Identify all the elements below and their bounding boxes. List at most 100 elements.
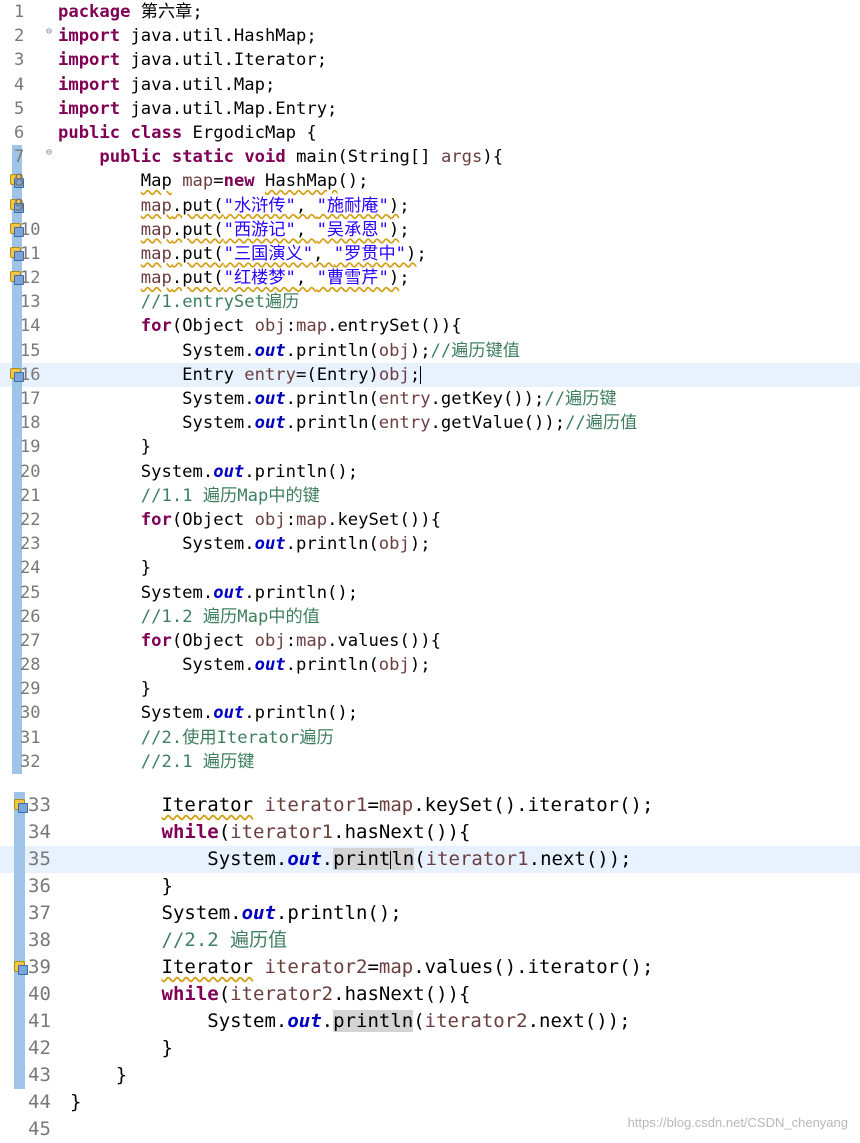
code-text[interactable]: System.out.println(entry.getKey());//遍历键	[58, 387, 616, 411]
code-line[interactable]: 14 for(Object obj:map.entrySet()){	[0, 314, 860, 339]
code-line[interactable]: 20 System.out.println();	[0, 459, 860, 484]
code-text[interactable]: }	[70, 1062, 127, 1089]
code-text[interactable]: }	[58, 677, 151, 701]
change-marker	[14, 846, 25, 873]
code-line[interactable]: 16 Entry entry=(Entry)obj;	[0, 362, 860, 387]
code-text[interactable]: Iterator iterator1=map.keySet().iterator…	[70, 792, 654, 819]
code-text[interactable]: }	[58, 435, 151, 459]
warning-icon[interactable]	[14, 961, 28, 975]
code-text[interactable]: System.out.println(obj);	[58, 532, 430, 556]
code-line[interactable]: 41 System.out.println(iterator2.next());	[0, 1008, 860, 1035]
code-line[interactable]: 33 Iterator iterator1=map.keySet().itera…	[0, 792, 860, 819]
code-line[interactable]: 34 while(iterator1.hasNext()){	[0, 819, 860, 846]
code-text[interactable]: import java.util.Map.Entry;	[58, 97, 337, 121]
fold-icon[interactable]: ⊖	[46, 20, 52, 44]
code-text[interactable]: Iterator iterator2=map.values().iterator…	[70, 954, 654, 981]
code-line[interactable]: 38 //2.2 遍历值	[0, 927, 860, 954]
code-line[interactable]: 43 }	[0, 1062, 860, 1089]
fold-icon[interactable]: ⊖	[46, 141, 52, 165]
code-text[interactable]: for(Object obj:map.entrySet()){	[58, 314, 462, 338]
warning-icon[interactable]	[14, 799, 28, 813]
code-text[interactable]: System.out.println();	[58, 460, 358, 484]
code-line[interactable]: 24 }	[0, 556, 860, 581]
code-line[interactable]: 18 System.out.println(entry.getValue());…	[0, 411, 860, 436]
change-marker	[14, 1008, 25, 1035]
code-text[interactable]: System.out.println();	[58, 581, 358, 605]
code-text[interactable]: import java.util.Iterator;	[58, 48, 327, 72]
code-text[interactable]: map.put("水浒传", "施耐庵");	[58, 194, 410, 218]
code-text[interactable]: //2.使用Iterator遍历	[58, 726, 334, 750]
code-text[interactable]: public static void main(String[] args){	[58, 145, 503, 169]
code-line[interactable]: 44}	[0, 1089, 860, 1116]
code-line[interactable]: 8 Map map=new HashMap();	[0, 169, 860, 194]
code-line[interactable]: 22 for(Object obj:map.keySet()){	[0, 507, 860, 533]
code-line[interactable]: 9 map.put("水浒传", "施耐庵");	[0, 193, 860, 218]
code-text[interactable]: while(iterator2.hasNext()){	[70, 981, 471, 1008]
code-text[interactable]: }	[70, 1035, 173, 1062]
code-text[interactable]: }	[70, 1089, 81, 1116]
code-line[interactable]: 26 //1.2 遍历Map中的值	[0, 604, 860, 629]
change-marker	[14, 981, 25, 1008]
code-line[interactable]: 4 import java.util.Map;	[0, 73, 860, 97]
code-line[interactable]: 42 }	[0, 1035, 860, 1062]
code-line[interactable]: 3 import java.util.Iterator;	[0, 48, 860, 72]
code-text[interactable]: for(Object obj:map.keySet()){	[58, 508, 441, 532]
line-number: 38	[28, 929, 51, 951]
code-line[interactable]: 25 System.out.println();	[0, 580, 860, 605]
code-editor-zoomed[interactable]: 33 Iterator iterator1=map.keySet().itera…	[0, 792, 860, 1143]
code-text[interactable]: System.out.println();	[70, 900, 402, 927]
code-text[interactable]: while(iterator1.hasNext()){	[70, 819, 471, 846]
code-line[interactable]: 28 System.out.println(obj);	[0, 653, 860, 678]
code-line[interactable]: 17 System.out.println(entry.getKey());//…	[0, 387, 860, 412]
code-text[interactable]: }	[58, 556, 151, 580]
code-text[interactable]: //1.1 遍历Map中的键	[58, 484, 320, 508]
line-number: 24	[20, 558, 41, 579]
code-line[interactable]: 23 System.out.println(obj);	[0, 532, 860, 557]
code-text[interactable]: import java.util.Map;	[58, 73, 275, 97]
code-line[interactable]: 11 map.put("三国演义", "罗贯中");	[0, 241, 860, 267]
code-text[interactable]: //2.1 遍历键	[58, 750, 255, 774]
code-line[interactable]: 1 package 第六章;	[0, 0, 860, 24]
code-text[interactable]: package 第六章;	[58, 0, 203, 24]
code-text[interactable]: Map map=new HashMap();	[58, 169, 369, 193]
code-text[interactable]: public class ErgodicMap {	[58, 121, 317, 145]
code-text[interactable]: System.out.println();	[58, 701, 358, 725]
code-line[interactable]: 29 }	[0, 677, 860, 702]
code-line[interactable]: 31 //2.使用Iterator遍历	[0, 725, 860, 750]
code-text[interactable]: System.out.println(entry.getValue());//遍…	[58, 411, 637, 435]
code-line[interactable]: 6 public class ErgodicMap {	[0, 121, 860, 145]
code-line[interactable]: 39 Iterator iterator2=map.values().itera…	[0, 954, 860, 981]
code-editor[interactable]: 1 package 第六章; 2 ⊖ import java.util.HashMap;…	[0, 0, 860, 774]
code-line[interactable]: 32 //2.1 遍历键	[0, 749, 860, 774]
code-line[interactable]: 13 //1.entrySet遍历	[0, 290, 860, 315]
line-number: 41	[28, 1010, 51, 1032]
code-line[interactable]: 30 System.out.println();	[0, 701, 860, 726]
code-line[interactable]: 7 ⊖ public static void main(String[] args…	[0, 145, 860, 170]
code-text[interactable]: for(Object obj:map.values()){	[58, 629, 441, 653]
code-text[interactable]: //1.entrySet遍历	[58, 290, 300, 314]
code-text[interactable]: map.put("西游记", "吴承恩");	[58, 218, 410, 242]
code-text[interactable]: System.out.println(obj);	[58, 653, 430, 677]
code-line[interactable]: 5 import java.util.Map.Entry;	[0, 97, 860, 121]
code-line[interactable]: 15 System.out.println(obj);//遍历键值	[0, 338, 860, 363]
code-text[interactable]: map.put("三国演义", "罗贯中");	[58, 242, 427, 266]
code-text[interactable]: }	[70, 873, 173, 900]
code-line[interactable]: 35 System.out.println(iterator1.next());	[0, 846, 860, 873]
code-line[interactable]: 21 //1.1 遍历Map中的键	[0, 483, 860, 508]
code-text[interactable]: //1.2 遍历Map中的值	[58, 605, 320, 629]
code-text[interactable]: //2.2 遍历值	[70, 927, 288, 954]
code-line[interactable]: 27 for(Object obj:map.values()){	[0, 628, 860, 654]
code-line[interactable]: 40 while(iterator2.hasNext()){	[0, 981, 860, 1008]
code-text[interactable]: System.out.println(iterator2.next());	[70, 1008, 631, 1035]
code-text[interactable]: map.put("红楼梦", "曹雪芹");	[58, 266, 410, 290]
code-line[interactable]: 36 }	[0, 873, 860, 900]
code-line[interactable]: 2 ⊖ import java.util.HashMap;	[0, 24, 860, 48]
code-text[interactable]: Entry entry=(Entry)obj;	[58, 363, 422, 387]
code-text[interactable]: System.out.println(obj);//遍历键值	[58, 339, 520, 363]
code-text[interactable]: System.out.println(iterator1.next());	[70, 846, 632, 873]
code-line[interactable]: 37 System.out.println();	[0, 900, 860, 927]
code-line[interactable]: 10 map.put("西游记", "吴承恩");	[0, 217, 860, 242]
code-line[interactable]: 12 map.put("红楼梦", "曹雪芹");	[0, 266, 860, 291]
code-text[interactable]: import java.util.HashMap;	[58, 24, 317, 48]
code-line[interactable]: 19 }	[0, 435, 860, 460]
